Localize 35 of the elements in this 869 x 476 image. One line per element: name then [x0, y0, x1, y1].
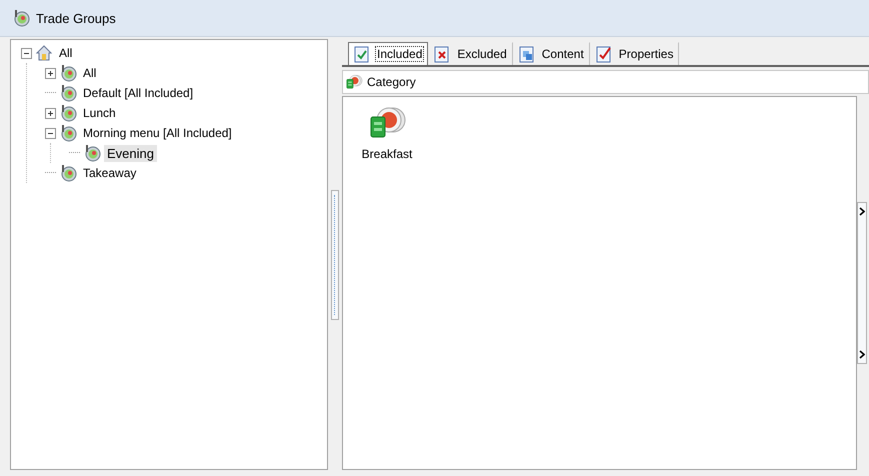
plate-icon	[59, 124, 77, 142]
category-icon	[345, 73, 363, 91]
tree-item[interactable]: Lunch	[80, 105, 119, 121]
check-document-icon	[353, 45, 370, 63]
plate-icon	[83, 144, 101, 162]
tree-item[interactable]: Takeaway	[80, 165, 140, 181]
tree-item[interactable]: Evening	[104, 144, 157, 162]
tab[interactable]: Properties	[590, 42, 680, 65]
pages-icon	[518, 45, 535, 63]
house-icon	[35, 44, 53, 62]
tree-item[interactable]: Morning menu [All Included]	[80, 125, 235, 141]
tree-item[interactable]: All	[56, 45, 76, 61]
plate-icon	[12, 9, 30, 27]
checklist-icon	[594, 45, 612, 63]
collapse-toggle[interactable]	[21, 48, 32, 58]
plate-icon	[59, 64, 77, 82]
splitter-handle[interactable]	[331, 190, 339, 320]
window-title: Trade Groups	[36, 10, 116, 26]
chevron-right-icon[interactable]	[859, 207, 865, 216]
tab[interactable]: Content	[512, 42, 590, 65]
chevron-right-icon[interactable]	[859, 350, 865, 359]
cross-document-icon	[433, 45, 450, 63]
plate-icon	[59, 84, 77, 102]
plate-icon	[59, 104, 77, 122]
tab[interactable]: Included	[348, 42, 428, 65]
tab[interactable]: Excluded	[428, 42, 513, 65]
collapse-toggle[interactable]	[45, 128, 56, 138]
collapse-handle[interactable]	[857, 202, 867, 364]
plate-icon	[59, 164, 77, 182]
expand-toggle[interactable]	[45, 108, 56, 118]
item-label[interactable]: Breakfast	[362, 147, 412, 161]
tree-item[interactable]: Default [All Included]	[80, 85, 196, 101]
header-label: Category	[367, 75, 416, 89]
tree-item[interactable]: All	[80, 65, 100, 81]
expand-toggle[interactable]	[45, 68, 56, 78]
